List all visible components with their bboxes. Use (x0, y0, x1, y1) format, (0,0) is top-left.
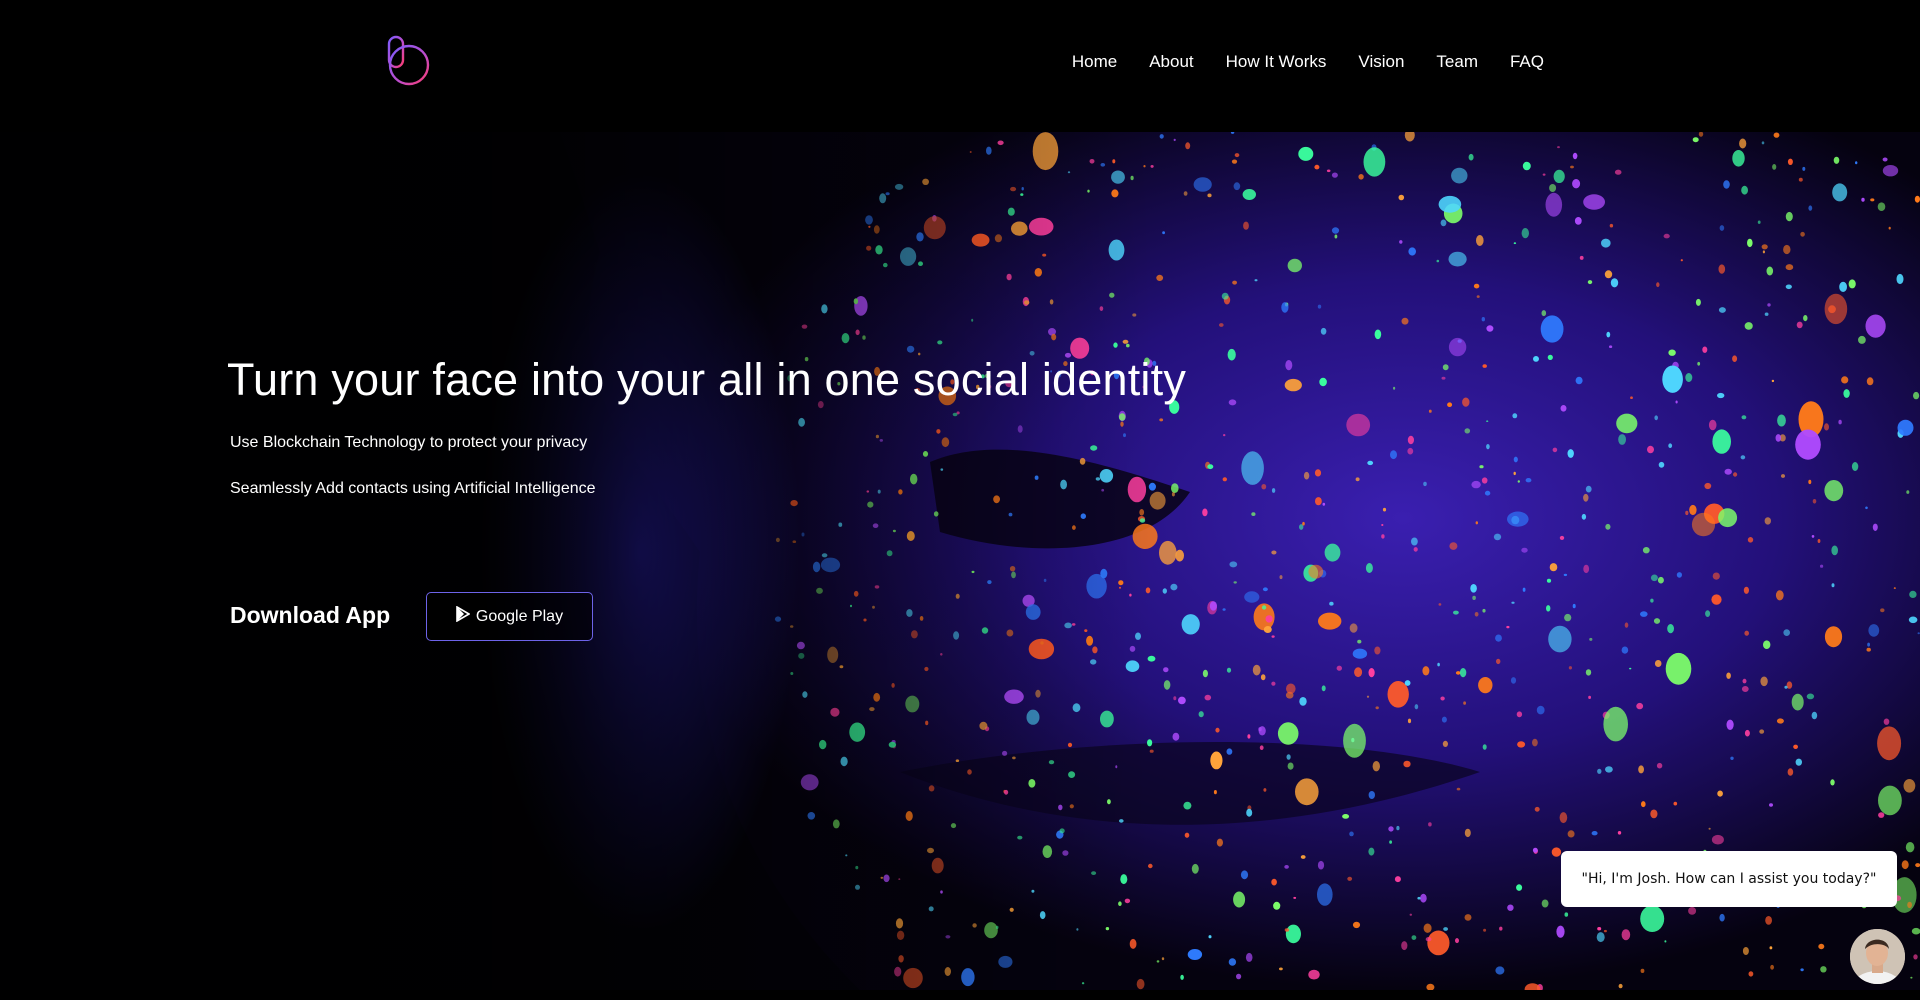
download-app-label: Download App (230, 602, 391, 628)
site-header: Home About How It Works Vision Team FAQ (0, 0, 1920, 132)
main-nav: Home About How It Works Vision Team FAQ (1072, 52, 1544, 72)
brand-logo-icon[interactable] (384, 34, 432, 88)
play-triangle-icon (456, 605, 471, 627)
hero-headline: Turn your face into your all in one soci… (227, 354, 1187, 405)
person-avatar-icon[interactable] (1850, 929, 1905, 984)
nav-team[interactable]: Team (1436, 52, 1478, 72)
hero-subline-ai: Seamlessly Add contacts using Artificial… (230, 480, 596, 497)
nav-faq[interactable]: FAQ (1510, 52, 1544, 72)
chat-greeting-bubble[interactable]: "Hi, I'm Josh. How can I assist you toda… (1561, 851, 1897, 907)
google-play-label: Google Play (475, 607, 564, 625)
google-play-button[interactable]: Google Play (426, 592, 593, 641)
nav-how-it-works[interactable]: How It Works (1226, 52, 1327, 72)
nav-vision[interactable]: Vision (1358, 52, 1404, 72)
page-bottom-strip (0, 990, 1920, 1000)
hero-subline-blockchain: Use Blockchain Technology to protect you… (230, 434, 588, 451)
nav-home[interactable]: Home (1072, 52, 1117, 72)
nav-about[interactable]: About (1149, 52, 1193, 72)
